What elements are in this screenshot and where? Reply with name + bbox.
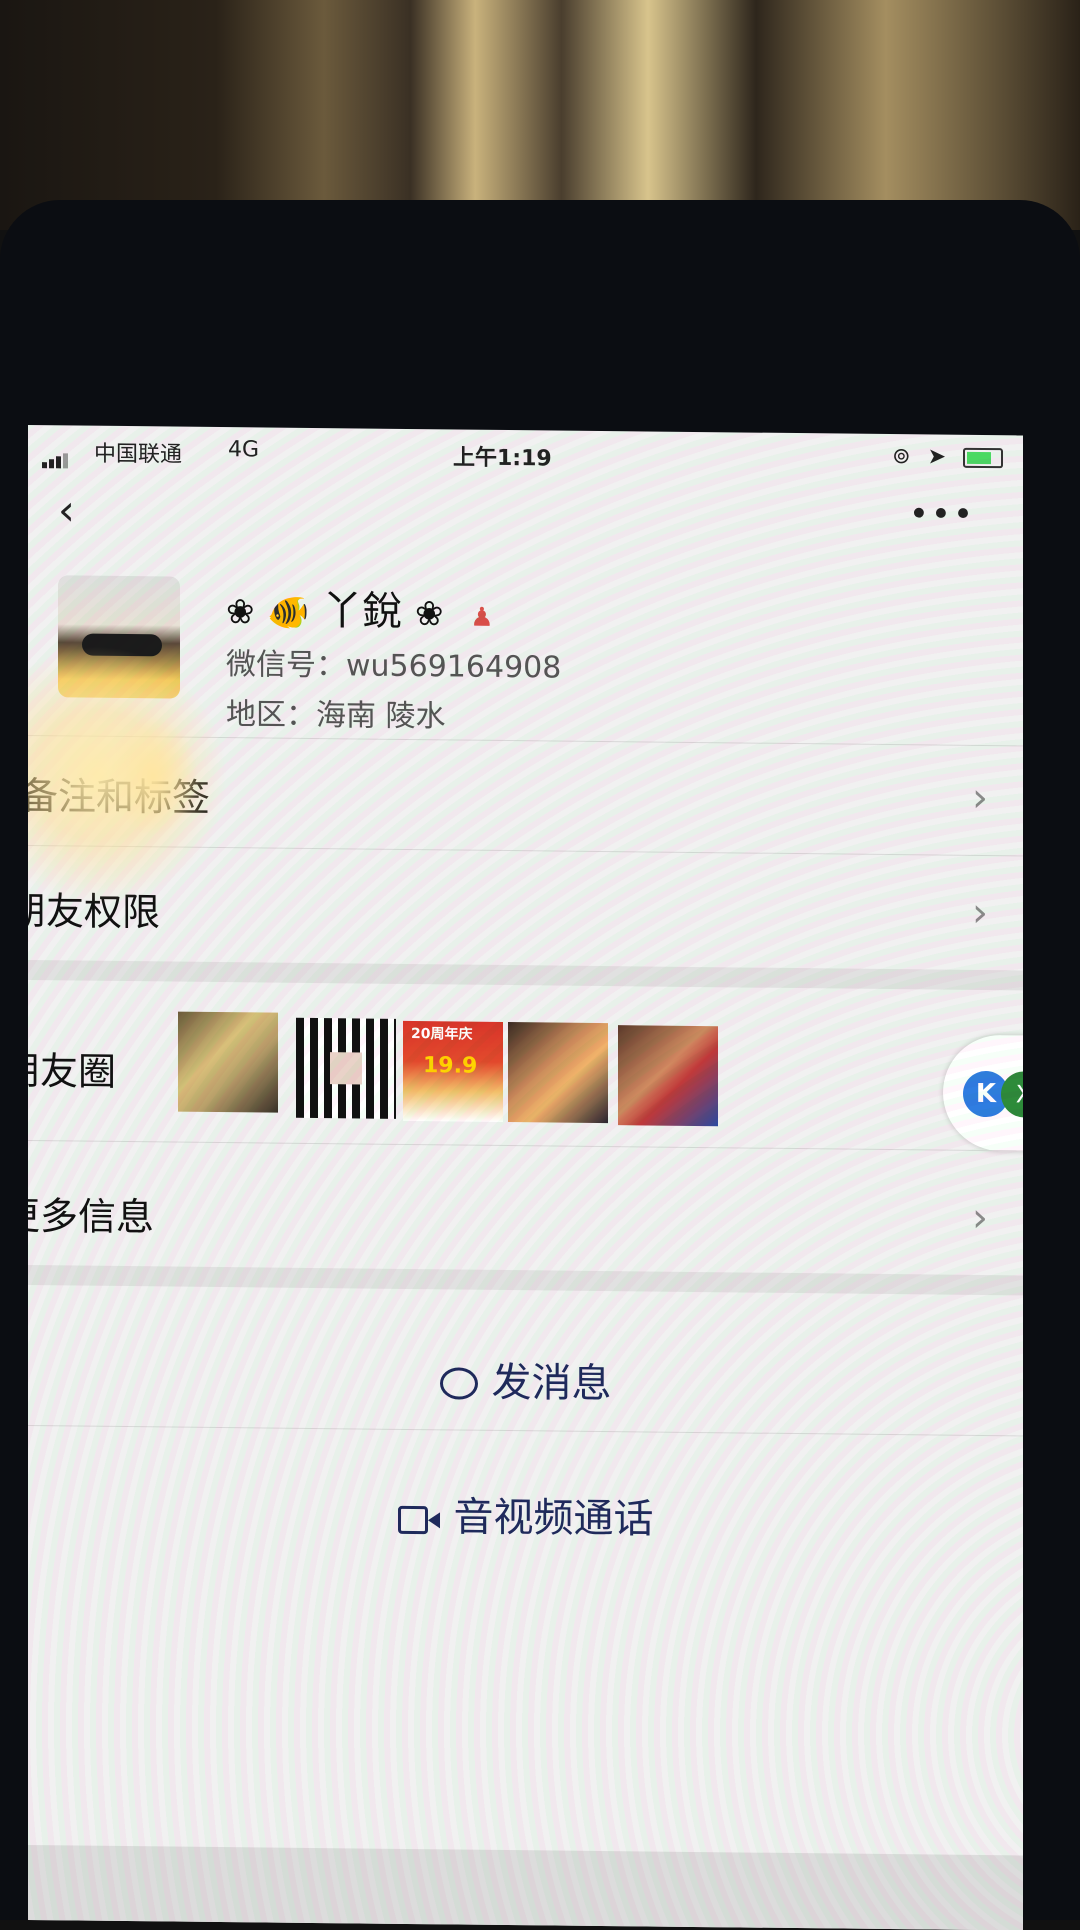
row-friend-permissions-label: 朋友权限 [28,888,161,935]
more-options-icon[interactable]: ••• [909,494,975,535]
avatar-glasses [82,633,162,657]
signal-icon [42,443,70,469]
flower-icon: ❀ [415,594,444,635]
section-gap [28,1265,1023,1296]
phone-screen: 中国联通 4G 上午1:19 ⊚ ➤ ‹ ••• ❀ 🐠 丫銳 ❀ ♟ 微信号：… [28,425,1023,1930]
chevron-right-icon: › [972,774,988,822]
flower-icon: ❀ [226,592,255,633]
send-message-button[interactable]: 发消息 [28,1345,1023,1413]
chat-bubble-icon [439,1367,478,1400]
fish-emoji: 🐠 [267,592,310,633]
divider [28,1140,1023,1152]
section-gap [28,960,1023,991]
moments-thumbnail-promo: 20周年庆 19.9 [403,1020,503,1122]
wechat-id: 微信号：wu569164908 [226,647,562,686]
row-more-info-label: 更多信息 [28,1193,155,1240]
status-time: 上午1:19 [453,445,552,472]
x-app-icon[interactable]: X [1001,1071,1023,1118]
floating-app-widget[interactable]: K X [943,1034,1023,1152]
chevron-right-icon: › [972,1194,988,1242]
moments-thumbnail [508,1022,608,1124]
network-label: 4G [228,437,260,463]
back-icon[interactable]: ‹ [58,485,75,534]
send-message-label: 发消息 [491,1359,612,1408]
video-camera-icon [397,1505,440,1535]
status-icons: ⊚ ➤ [882,444,1003,470]
video-call-button[interactable]: 音视频通话 [28,1480,1023,1548]
status-bar: 中国联通 4G 上午1:19 ⊚ ➤ [28,425,1023,485]
chevron-right-icon: › [972,889,988,937]
video-call-label: 音视频通话 [453,1494,654,1543]
region: 地区：海南 陵水 [226,697,446,735]
divider [28,735,1023,747]
carrier-label: 中国联通 [94,441,183,468]
gender-badge-icon: ♟ [470,602,494,633]
orientation-lock-icon: ⊚ [892,444,911,470]
row-moments-label: 朋友圈 [28,1048,117,1094]
background-photo [0,0,1080,230]
promo-price: 19.9 [423,1053,478,1079]
profile-name: ❀ 🐠 丫銳 ❀ ♟ [226,577,494,638]
moments-thumbnail [178,1011,278,1113]
promo-title: 20周年庆 [411,1026,473,1043]
moments-thumbnail-qr [296,1017,396,1119]
bottom-area [28,1845,1023,1930]
divider [28,845,1023,857]
qr-center-image [330,1052,362,1085]
profile-name-text: 丫銳 [322,588,403,635]
location-icon: ➤ [927,444,946,470]
moments-thumbnail [618,1025,718,1127]
battery-charging-icon [963,447,1003,469]
row-remarks-tags-label: 备注和标签 [28,773,211,820]
avatar[interactable] [58,575,180,699]
divider [28,1425,1023,1437]
